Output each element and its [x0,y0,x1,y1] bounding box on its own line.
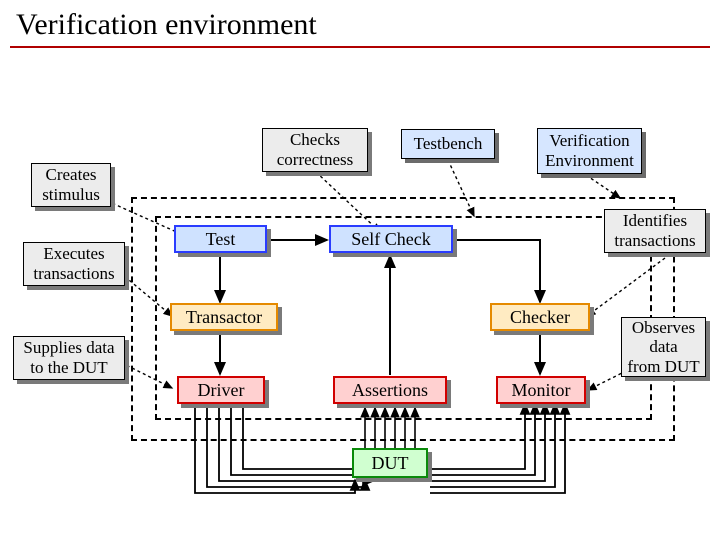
box-transactor: Transactor [170,303,278,331]
box-driver: Driver [177,376,265,404]
legend-executes-transactions: Executes transactions [23,242,125,286]
legend-supplies-data: Supplies data to the DUT [13,336,125,380]
box-self-check: Self Check [329,225,453,253]
box-monitor: Monitor [496,376,586,404]
box-test: Test [174,225,267,253]
box-assertions: Assertions [333,376,447,404]
legend-checks-correctness: Checks correctness [262,128,368,172]
box-dut: DUT [352,448,428,478]
verification-environment-label: Verification Environment [537,128,642,174]
legend-identifies-transactions: Identifies transactions [604,209,706,253]
legend-creates-stimulus: Creates stimulus [31,163,111,207]
legend-observes-data: Observes data from DUT [621,317,706,377]
page-title: Verification environment [0,0,720,46]
box-checker: Checker [490,303,590,331]
testbench-label: Testbench [401,129,495,159]
title-underline [10,46,710,48]
